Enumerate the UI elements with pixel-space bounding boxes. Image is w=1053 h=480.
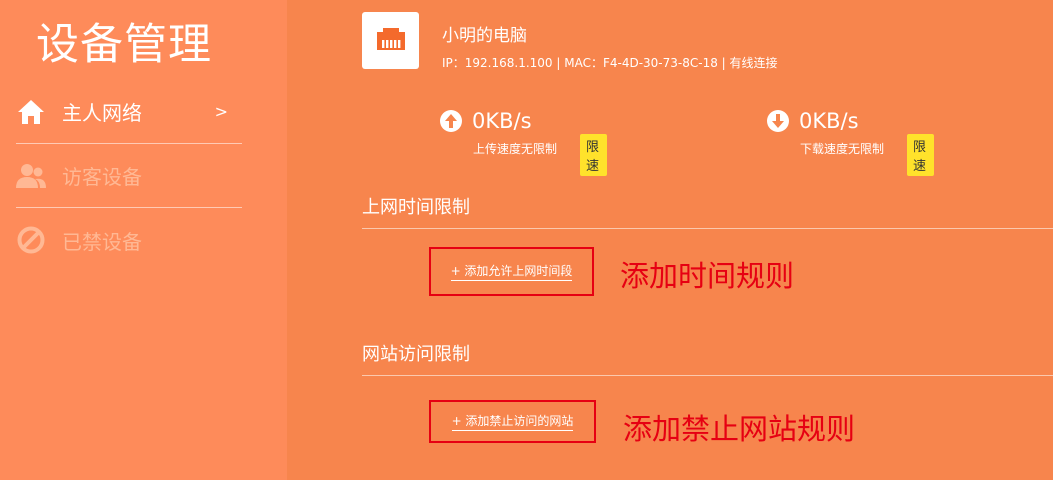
time-rule-highlight: + 添加允许上网时间段 [429,247,594,296]
sidebar-item-label: 主人网络 [62,101,142,125]
ban-icon [16,225,46,255]
divider [362,228,1053,229]
app-title: 设备管理 [36,20,212,70]
site-rule-annotation: 添加禁止网站规则 [623,412,856,446]
chevron-right-icon: > [214,102,228,121]
sidebar-item-guest-devices[interactable]: 访客设备 [16,144,242,208]
device-avatar [362,12,419,69]
device-info: IP：192.168.1.100 | MAC：F4-4D-30-73-8C-18… [442,56,778,70]
add-time-rule-link[interactable]: + 添加允许上网时间段 [450,262,573,281]
sidebar-item-owner-network[interactable]: 主人网络 > [16,80,242,144]
site-limit-title: 网站访问限制 [362,344,470,365]
home-icon [16,97,46,127]
sidebar-item-label: 访客设备 [62,165,142,189]
time-limit-title: 上网时间限制 [362,197,470,218]
sidebar-item-label: 已禁设备 [62,229,142,254]
download-limit-button[interactable]: 限 速 [907,134,935,176]
download-speed: 0KB/s 下载速度无限制 限 速 [767,108,935,176]
ethernet-port-icon [373,26,409,56]
sidebar: 设备管理 主人网络 > 访客设备 已禁设备 [0,0,287,480]
download-speed-value: 0KB/s [799,109,859,133]
main-panel: 小明的电脑 IP：192.168.1.100 | MAC：F4-4D-30-73… [287,0,1053,480]
device-name: 小明的电脑 [442,26,527,46]
sidebar-item-banned-devices[interactable]: 已禁设备 [16,208,242,272]
time-rule-annotation: 添加时间规则 [620,259,795,293]
upload-speed-caption: 上传速度无限制 [473,142,558,156]
divider [362,375,1053,376]
add-site-rule-link[interactable]: + 添加禁止访问的网站 [451,412,574,431]
users-icon [16,161,46,191]
upload-speed: 0KB/s 上传速度无限制 限 速 [440,108,608,176]
arrow-down-icon [767,110,789,132]
site-rule-highlight: + 添加禁止访问的网站 [429,400,596,443]
upload-speed-value: 0KB/s [472,109,532,133]
arrow-up-icon [440,110,462,132]
download-speed-caption: 下载速度无限制 [800,142,885,156]
upload-limit-button[interactable]: 限 速 [580,134,608,176]
